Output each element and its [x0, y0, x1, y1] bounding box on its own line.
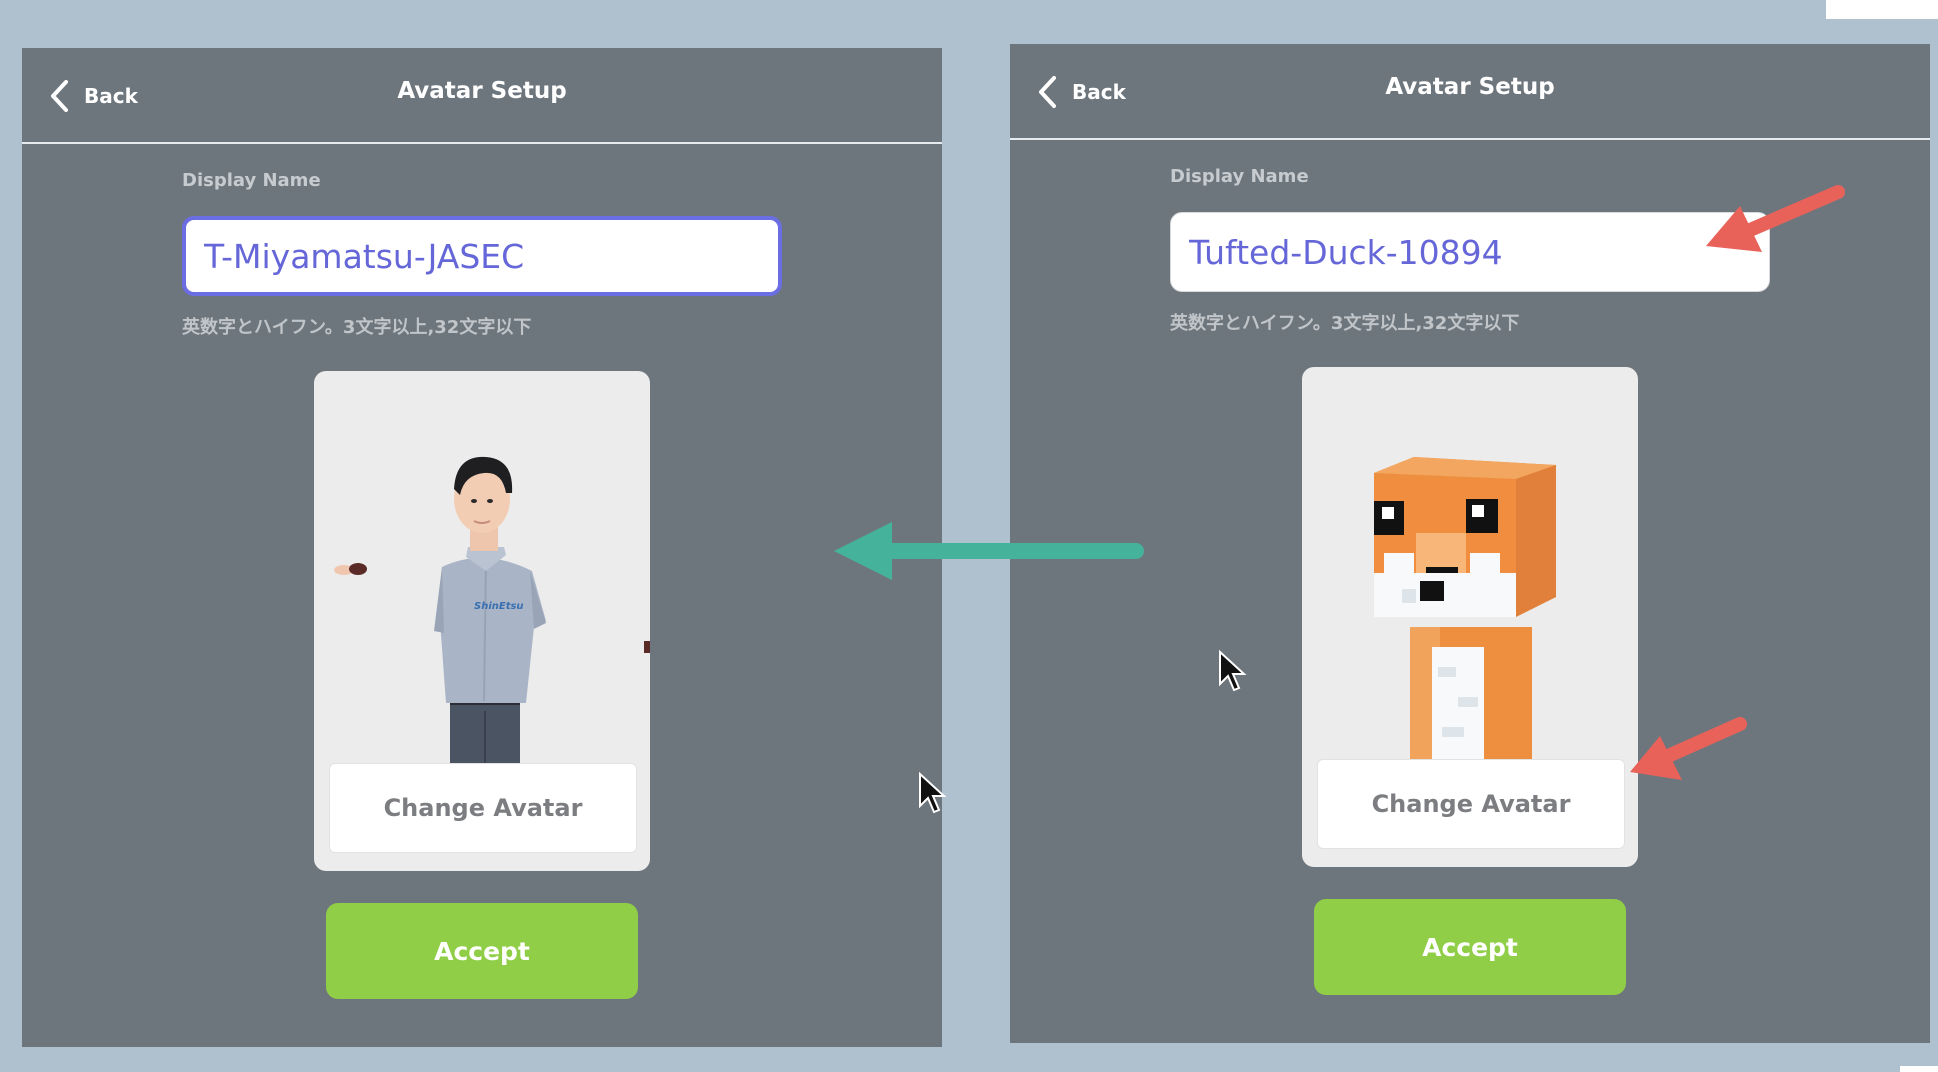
avatar-setup-panel-right: Back Avatar Setup Display Name 英数字とハイフン。…	[1010, 44, 1930, 1043]
human-avatar-preview: ShinEtsu	[334, 456, 650, 771]
svg-text:ShinEtsu: ShinEtsu	[474, 601, 524, 612]
avatar-card: ShinEtsu Change Avatar	[314, 371, 650, 871]
display-name-hint: 英数字とハイフン。3文字以上,32文字以下	[1170, 313, 1520, 334]
accept-button[interactable]: Accept	[326, 903, 638, 999]
header: Back Avatar Setup	[22, 48, 942, 144]
display-name-hint: 英数字とハイフン。3文字以上,32文字以下	[182, 317, 532, 338]
page-title: Avatar Setup	[397, 78, 567, 104]
change-avatar-button[interactable]: Change Avatar	[1317, 759, 1625, 849]
change-avatar-button[interactable]: Change Avatar	[329, 763, 637, 853]
corner-white-patch	[1826, 0, 1938, 19]
display-name-label: Display Name	[1170, 166, 1309, 187]
display-name-input[interactable]	[182, 216, 782, 296]
display-name-input[interactable]	[1170, 212, 1770, 292]
display-name-label: Display Name	[182, 170, 321, 191]
corner-white-patch	[1900, 1066, 1938, 1072]
header: Back Avatar Setup	[1010, 44, 1930, 140]
fox-avatar-preview	[1374, 457, 1556, 767]
accept-button[interactable]: Accept	[1314, 899, 1626, 995]
avatar-card: Change Avatar	[1302, 367, 1638, 867]
page-title: Avatar Setup	[1385, 74, 1555, 100]
avatar-setup-panel-left: Back Avatar Setup Display Name 英数字とハイフン。…	[22, 48, 942, 1047]
